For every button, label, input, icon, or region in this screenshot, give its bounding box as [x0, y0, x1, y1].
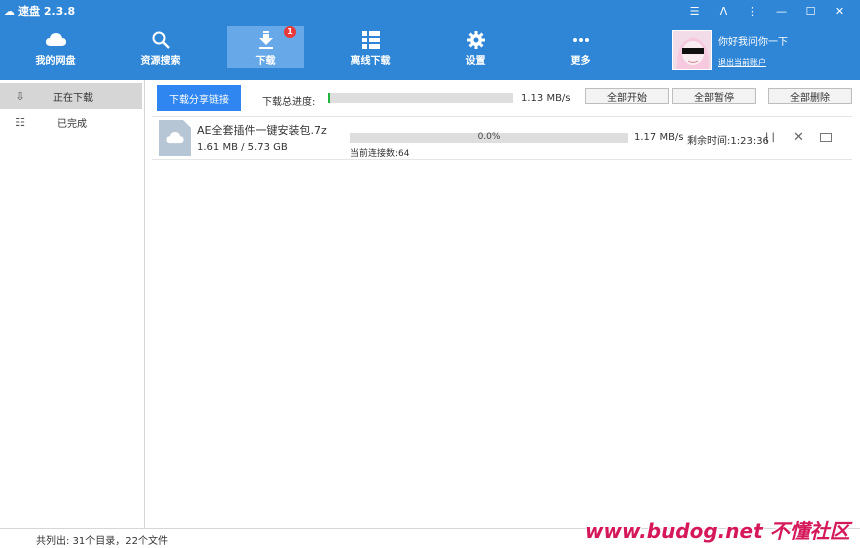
delete-all-button[interactable]: 全部删除 — [768, 88, 852, 104]
file-icon — [159, 120, 191, 156]
app-logo-icon: ☁ — [4, 4, 15, 18]
options-icon[interactable]: ⋮ — [738, 2, 767, 20]
grid-list-icon — [360, 29, 382, 51]
download-share-link-button[interactable]: 下载分享链接 — [157, 85, 241, 111]
nav-settings[interactable]: 设置 — [437, 26, 514, 68]
start-all-button[interactable]: 全部开始 — [585, 88, 669, 104]
user-name: 你好我问你一下 — [718, 37, 788, 48]
total-progress-fill — [328, 93, 330, 103]
nav-label: 我的网盘 — [35, 56, 76, 67]
nav-label: 设置 — [465, 56, 486, 67]
connection-count: 当前连接数:64 — [350, 149, 410, 159]
minimize-button[interactable]: — — [767, 2, 796, 20]
total-speed: 1.13 MB/s — [521, 93, 571, 104]
nav-resource-search[interactable]: 资源搜索 — [122, 26, 199, 68]
logout-link[interactable]: 退出当前账户 — [718, 57, 766, 68]
total-progress-bar — [328, 93, 513, 103]
list-icon: ☷ — [15, 115, 25, 129]
close-icon[interactable]: ✕ — [793, 130, 804, 145]
file-progress-text: 0.0% — [477, 132, 501, 142]
more-icon — [570, 29, 592, 51]
user-panel: 你好我问你一下 退出当前账户 — [672, 30, 852, 72]
nav-label: 离线下载 — [350, 56, 391, 67]
menu-icon[interactable]: ☰ — [680, 2, 709, 20]
sidebar-item-label: 已完成 — [57, 118, 87, 130]
maximize-button[interactable]: ☐ — [796, 2, 825, 20]
avatar[interactable] — [672, 30, 712, 70]
nav-label: 下载 — [255, 56, 276, 67]
app-title-text: 速盘 2.3.8 — [18, 5, 76, 18]
remaining-time: 剩余时间:1:23:36 — [687, 136, 769, 147]
total-progress-label: 下载总进度: — [262, 97, 316, 108]
nav-download[interactable]: 下载 1 — [227, 26, 304, 68]
file-name: AE全套插件一键安装包.7z — [197, 124, 327, 137]
file-speed: 1.17 MB/s — [634, 132, 684, 143]
pause-all-button[interactable]: 全部暂停 — [672, 88, 756, 104]
nav-label: 更多 — [570, 56, 591, 67]
gear-icon — [465, 29, 487, 51]
app-header: ☁ 速盘 2.3.8 ☰ ᐱ ⋮ — ☐ ✕ 我的网盘 资源搜索 下载 1 离线… — [0, 0, 860, 80]
app-title: ☁ 速盘 2.3.8 — [4, 4, 76, 19]
watermark: www.budog.net 不懂社区 — [585, 519, 850, 543]
nav-label: 资源搜索 — [140, 56, 181, 67]
down-arrow-icon: ⇩ — [15, 89, 25, 103]
skin-icon[interactable]: ᐱ — [709, 2, 738, 20]
download-count-badge: 1 — [284, 26, 296, 38]
search-icon — [150, 29, 172, 51]
sidebar: ⇩ 正在下载 ☷ 已完成 — [0, 80, 145, 528]
close-button[interactable]: ✕ — [825, 2, 854, 20]
download-toolbar: 下载分享链接 下载总进度: 1.13 MB/s 全部开始 全部暂停 全部删除 — [146, 80, 860, 114]
download-icon — [255, 29, 277, 51]
nav-offline-download[interactable]: 离线下载 — [332, 26, 409, 68]
nav-my-disk[interactable]: 我的网盘 — [17, 26, 94, 68]
window-controls: ☰ ᐱ ⋮ — ☐ ✕ — [680, 2, 854, 20]
sidebar-item-completed[interactable]: ☷ 已完成 — [0, 109, 142, 135]
folder-icon[interactable] — [820, 133, 832, 142]
sidebar-item-downloading[interactable]: ⇩ 正在下载 — [0, 83, 142, 109]
file-size: 1.61 MB / 5.73 GB — [197, 142, 288, 153]
cloud-icon — [45, 29, 67, 51]
nav-more[interactable]: 更多 — [542, 26, 619, 68]
file-progress-bar: 0.0% — [350, 132, 628, 143]
sidebar-item-label: 正在下载 — [53, 92, 93, 104]
download-row[interactable]: AE全套插件一键安装包.7z 1.61 MB / 5.73 GB 0.0% 当前… — [152, 116, 852, 160]
status-text: 共列出: 31个目录，22个文件 — [36, 536, 168, 547]
pause-icon[interactable]: | | — [765, 132, 775, 143]
